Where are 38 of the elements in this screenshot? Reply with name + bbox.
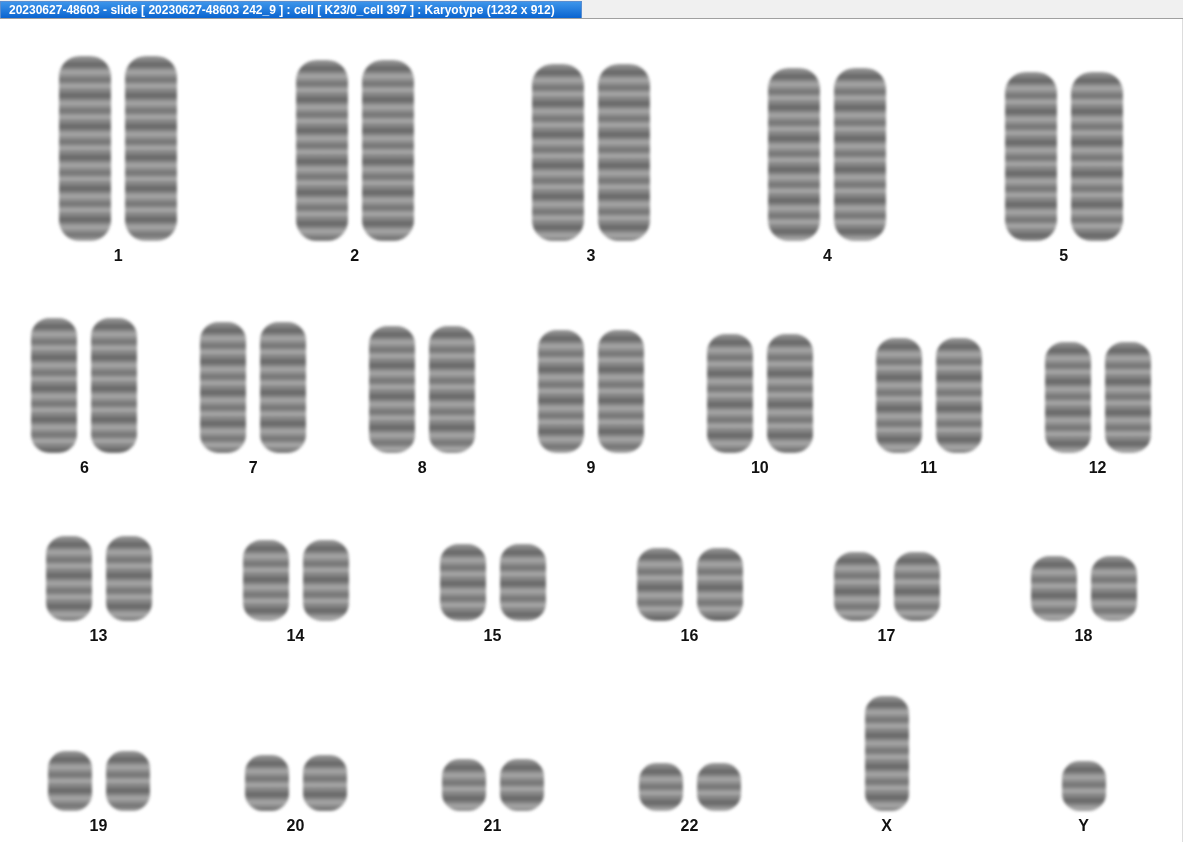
chromosome-label: 3	[586, 247, 596, 266]
chromosome-image	[441, 759, 486, 811]
chromosome-label: X	[881, 817, 892, 836]
chromosome-label: 15	[483, 627, 502, 646]
chromosome-label: 10	[750, 459, 769, 478]
chromosome-image	[244, 755, 289, 811]
chromosome-label: 7	[248, 459, 258, 478]
chromosome-label: 6	[79, 459, 89, 478]
chromosome-label: 9	[586, 459, 596, 478]
chromosome-label: Y	[1078, 817, 1089, 836]
chromosome-label: 11	[920, 459, 938, 478]
chromosome-label: 16	[680, 627, 699, 646]
chromosome-label: 20	[286, 817, 305, 836]
chromosome-image	[105, 751, 150, 811]
chromosome-label: 22	[680, 817, 699, 836]
chromosome-image	[893, 552, 940, 621]
chromosome-image	[47, 751, 92, 811]
chromosome-image	[1090, 556, 1137, 621]
chromosome-image	[833, 552, 880, 621]
window-title[interactable]: 20230627-48603 - slide [ 20230627-48603 242_9 ] : cell [ K23/0_cell 397 ] : Karyotype (1232 x 912)	[0, 1, 582, 18]
chromosome-label: 2	[350, 247, 360, 266]
chromosome-label: 17	[877, 627, 896, 646]
chromosome-image	[638, 763, 683, 811]
chromosome-image	[1061, 761, 1106, 811]
chromosome-image	[696, 763, 741, 811]
chromosome-label: 8	[417, 459, 427, 478]
chromosome-label: 4	[822, 247, 832, 266]
chromosome-image	[499, 759, 544, 811]
chromosome-label: 18	[1074, 627, 1093, 646]
chromosome-image	[1030, 556, 1077, 621]
chromosome-label: 5	[1059, 247, 1069, 266]
chromosome-label: 13	[89, 627, 108, 646]
chromosome-image	[302, 755, 347, 811]
chromosome-label: 12	[1088, 459, 1107, 478]
chromosome-label: 19	[89, 817, 108, 836]
chromosome-label: 1	[113, 247, 123, 266]
chromosome-label: 14	[286, 627, 305, 646]
chromosome-label: 21	[483, 817, 502, 836]
